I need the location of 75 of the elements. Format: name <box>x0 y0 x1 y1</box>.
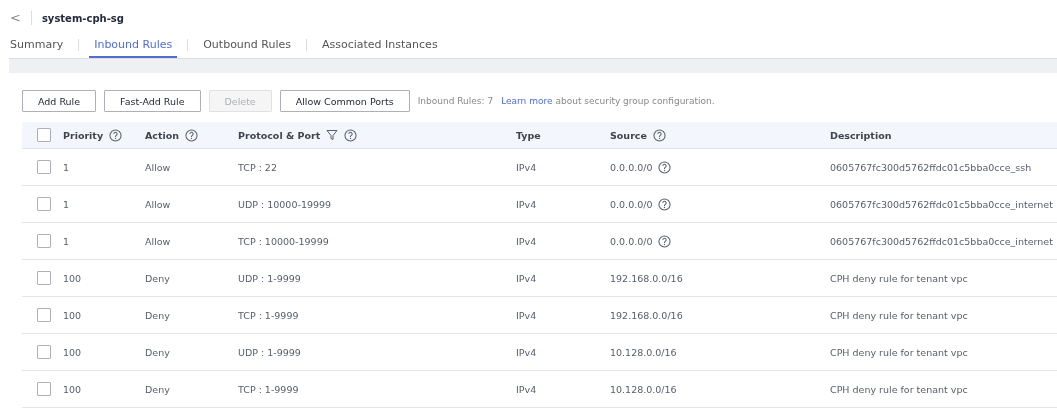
help-icon[interactable] <box>185 128 199 142</box>
table-cell: 192.168.0.0/16 <box>610 309 683 321</box>
table-cell: UDP : 10000-19999 <box>238 198 332 210</box>
table-cell: TCP : 10000-19999 <box>238 235 329 247</box>
table-cell: IPv4 <box>516 198 537 210</box>
help-icon[interactable] <box>658 234 672 248</box>
toolbar-button[interactable]: Allow Common Ports <box>279 90 410 112</box>
table-cell: Deny <box>145 272 170 284</box>
table-cell: 10.128.0.0/16 <box>610 346 677 358</box>
row-checkbox[interactable] <box>37 160 51 174</box>
rule-count: Inbound Rules: 7 <box>417 96 494 106</box>
table-cell: Deny <box>145 383 170 395</box>
row-checkbox[interactable] <box>37 345 51 359</box>
row-checkbox[interactable] <box>37 234 51 248</box>
row-checkbox[interactable] <box>37 197 51 211</box>
learn-more-link[interactable]: Learn more <box>501 96 553 106</box>
table-cell: IPv4 <box>516 346 537 358</box>
filter-icon[interactable] <box>326 129 339 141</box>
table-cell: 1 <box>63 198 70 210</box>
table-cell: 10.128.0.0/16 <box>610 383 677 395</box>
page-title: system-cph-sg <box>41 12 124 24</box>
row-checkbox[interactable] <box>37 308 51 322</box>
table-cell: Deny <box>145 346 170 358</box>
table-cell: 100 <box>63 346 82 358</box>
table-cell: IPv4 <box>516 309 537 321</box>
table-cell: CPH deny rule for tenant vpc <box>830 346 968 358</box>
table-cell: CPH deny rule for tenant vpc <box>830 383 968 395</box>
row-checkbox[interactable] <box>37 382 51 396</box>
table-cell: 100 <box>63 309 82 321</box>
table-cell: 0.0.0.0/0 <box>610 161 653 173</box>
table-cell: 0605767fc300d5762ffdc01c5bba0cce_ssh <box>830 161 1032 173</box>
column-header: Description <box>830 129 892 141</box>
help-icon[interactable] <box>344 128 358 142</box>
table-cell: UDP : 1-9999 <box>238 272 301 284</box>
table-cell: 100 <box>63 383 82 395</box>
column-header: Source <box>610 129 647 141</box>
table-cell: 0.0.0.0/0 <box>610 235 653 247</box>
help-icon[interactable] <box>109 128 123 142</box>
table-cell: CPH deny rule for tenant vpc <box>830 309 968 321</box>
row-checkbox[interactable] <box>37 271 51 285</box>
table-cell: 1 <box>63 161 70 173</box>
table-cell: 100 <box>63 272 82 284</box>
column-header: Protocol & Port <box>238 129 321 141</box>
table-cell: TCP : 1-9999 <box>238 383 299 395</box>
help-icon[interactable] <box>658 197 672 211</box>
toolbar-button[interactable]: Add Rule <box>22 90 97 112</box>
table-cell: Allow <box>145 161 171 173</box>
table-cell: Allow <box>145 198 171 210</box>
info-text: about security group configuration. <box>555 96 715 106</box>
back-button[interactable]: < <box>10 11 32 25</box>
table-cell: TCP : 1-9999 <box>238 309 299 321</box>
table-cell: 0605767fc300d5762ffdc01c5bba0cce_internet <box>830 235 1053 247</box>
help-icon[interactable] <box>652 128 666 142</box>
column-header: Priority <box>63 129 104 141</box>
table-cell: 0605767fc300d5762ffdc01c5bba0cce_internet <box>830 198 1053 210</box>
table-cell: IPv4 <box>516 272 537 284</box>
table-cell: IPv4 <box>516 235 537 247</box>
table-cell: Deny <box>145 309 170 321</box>
table-cell: CPH deny rule for tenant vpc <box>830 272 968 284</box>
table-cell: TCP : 22 <box>238 161 277 173</box>
tab[interactable]: Outbound Rules <box>198 38 296 58</box>
tab[interactable]: Summary <box>10 38 69 58</box>
column-header: Action <box>145 129 180 141</box>
column-header: Type <box>516 129 541 141</box>
table-cell: IPv4 <box>516 383 537 395</box>
table-cell: 192.168.0.0/16 <box>610 272 683 284</box>
help-icon[interactable] <box>658 160 672 174</box>
table-cell: UDP : 1-9999 <box>238 346 301 358</box>
toolbar-button[interactable]: Fast-Add Rule <box>104 90 201 112</box>
select-all-checkbox[interactable] <box>37 128 51 142</box>
tab[interactable]: Associated Instances <box>316 38 443 58</box>
table-cell: IPv4 <box>516 161 537 173</box>
table-cell: 1 <box>63 235 70 247</box>
table-cell: 0.0.0.0/0 <box>610 198 653 210</box>
table-cell: Allow <box>145 235 171 247</box>
